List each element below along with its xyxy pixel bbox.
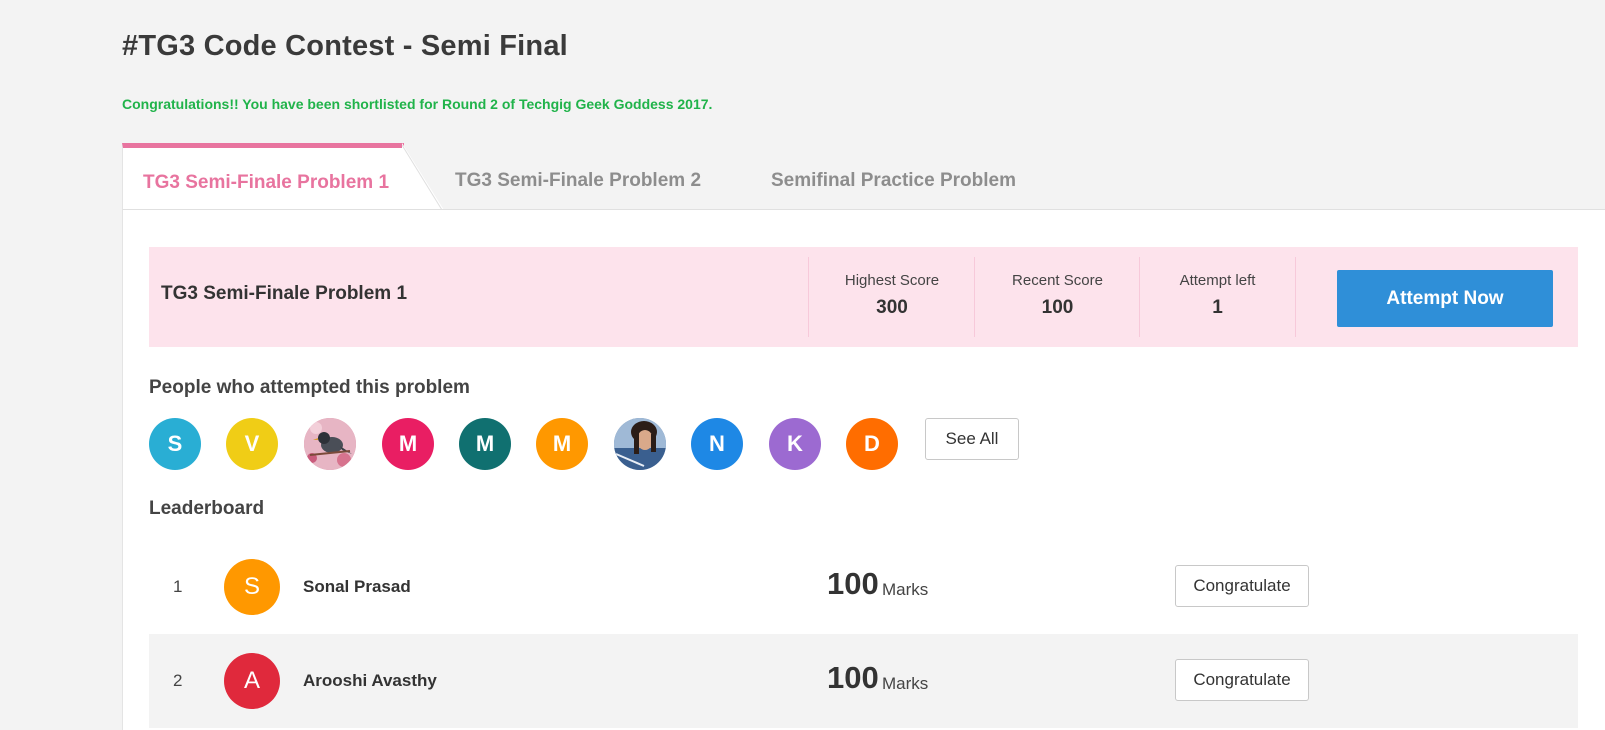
attempts-left-value: 1 [1212,297,1223,318]
page-title: #TG3 Code Contest - Semi Final [122,30,568,62]
congratulate-button[interactable]: Congratulate [1175,659,1309,701]
tab-slant-decoration [402,143,444,210]
problem-tabs: TG3 Semi-Finale Problem 1 TG3 Semi-Final… [122,143,1605,210]
recent-score-label: Recent Score [1012,272,1103,289]
person-photo-icon [614,418,666,470]
leaderboard-rank: 2 [173,671,183,690]
tab-problem-1[interactable]: TG3 Semi-Finale Problem 1 [122,143,404,210]
leaderboard-name[interactable]: Sonal Prasad [303,577,411,597]
leaderboard-score: 100 [827,566,879,601]
avatar[interactable]: A [224,653,280,709]
highest-score-label: Highest Score [844,272,940,289]
problem-name: TG3 Semi-Finale Problem 1 [161,283,408,304]
tab-practice-problem[interactable]: Semifinal Practice Problem [771,170,1016,192]
highest-score-stat: Highest Score 300 [808,257,975,337]
leaderboard-score-unit: Marks [882,580,929,599]
avatar[interactable]: D [846,418,898,470]
attempts-left-label: Attempt left [1179,272,1256,289]
avatar[interactable]: K [769,418,821,470]
leaderboard-name[interactable]: Arooshi Avasthy [303,671,437,691]
leaderboard-rank: 1 [173,577,183,596]
avatar[interactable]: S [224,559,280,615]
avatar[interactable]: N [691,418,743,470]
congrats-message: Congratulations!! You have been shortlis… [122,96,713,112]
congratulate-button[interactable]: Congratulate [1175,565,1309,607]
leaderboard-score-unit: Marks [882,674,929,693]
attempted-section-title: People who attempted this problem [149,377,470,398]
attempt-now-button[interactable]: Attempt Now [1337,270,1553,327]
recent-score-stat: Recent Score 100 [974,257,1140,337]
recent-score-value: 100 [1041,297,1074,318]
avatar[interactable]: S [149,418,201,470]
avatar[interactable]: M [382,418,434,470]
leaderboard-row: 2 A Arooshi Avasthy 100 Marks Congratula… [149,634,1578,728]
leaderboard-score: 100 [827,660,879,695]
tab-problem-2[interactable]: TG3 Semi-Finale Problem 2 [455,170,701,192]
see-all-button[interactable]: See All [925,418,1019,460]
highest-score-value: 300 [876,297,908,318]
avatar[interactable]: M [536,418,588,470]
avatar-photo[interactable] [614,418,666,470]
avatar[interactable]: V [226,418,278,470]
avatar-photo[interactable] [304,418,356,470]
leaderboard-title: Leaderboard [149,498,265,519]
tab-problem-1-label: TG3 Semi-Finale Problem 1 [143,172,390,193]
attempts-left-stat: Attempt left 1 [1139,257,1296,337]
bird-photo-icon [304,418,356,470]
problem-summary-bar: TG3 Semi-Finale Problem 1 Highest Score … [149,247,1578,347]
tabs-divider [441,209,1605,210]
leaderboard-row: 1 S Sonal Prasad 100 Marks Congratulate [149,540,1578,634]
avatar[interactable]: M [459,418,511,470]
